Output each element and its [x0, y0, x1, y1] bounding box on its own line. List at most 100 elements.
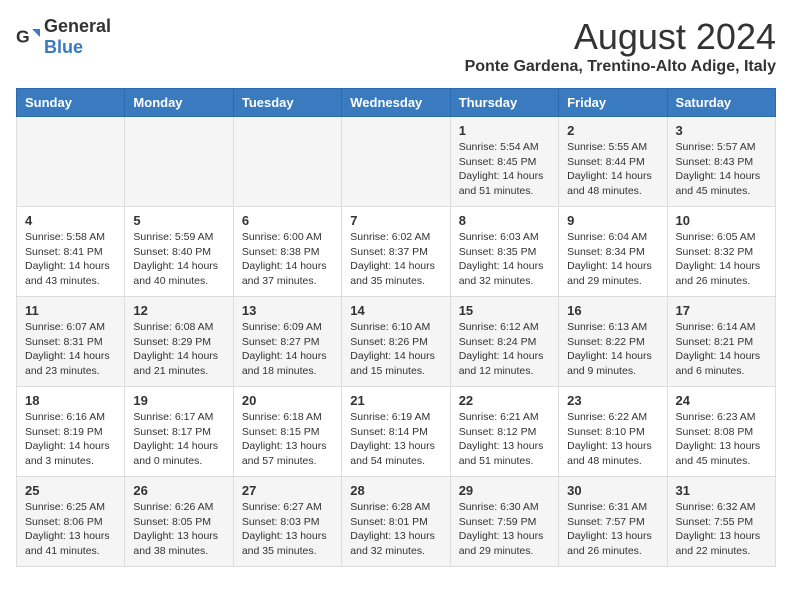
- calendar-cell: [233, 117, 341, 207]
- day-info: Sunrise: 6:10 AM Sunset: 8:26 PM Dayligh…: [350, 320, 441, 379]
- day-number: 23: [567, 393, 658, 408]
- calendar-cell: 16 Sunrise: 6:13 AM Sunset: 8:22 PM Dayli…: [559, 297, 667, 387]
- day-number: 13: [242, 303, 333, 318]
- calendar-cell: 18Sunrise: 6:16 AM Sunset: 8:19 PM Dayli…: [17, 387, 125, 477]
- calendar-cell: 25 Sunrise: 6:25 AM Sunset: 8:06 PM Dayli…: [17, 477, 125, 567]
- day-info: Sunrise: 6:23 AM Sunset: 8:08 PM Dayligh…: [676, 410, 767, 469]
- day-number: 5: [133, 213, 224, 228]
- day-info: Sunrise: 6:31 AM Sunset: 7:57 PM Dayligh…: [567, 500, 658, 559]
- day-info: Sunrise: 6:22 AM Sunset: 8:10 PM Dayligh…: [567, 410, 658, 469]
- calendar-cell: 14 Sunrise: 6:10 AM Sunset: 8:26 PM Dayli…: [342, 297, 450, 387]
- day-number: 27: [242, 483, 333, 498]
- day-info: Sunrise: 5:55 AM Sunset: 8:44 PM Dayligh…: [567, 140, 658, 199]
- calendar-cell: 17Sunrise: 6:14 AM Sunset: 8:21 PM Dayli…: [667, 297, 775, 387]
- day-info: Sunrise: 6:13 AM Sunset: 8:22 PM Dayligh…: [567, 320, 658, 379]
- day-info: Sunrise: 5:54 AM Sunset: 8:45 PM Dayligh…: [459, 140, 550, 199]
- day-number: 2: [567, 123, 658, 138]
- day-info: Sunrise: 6:08 AM Sunset: 8:29 PM Dayligh…: [133, 320, 224, 379]
- day-number: 14: [350, 303, 441, 318]
- calendar-cell: [125, 117, 233, 207]
- day-info: Sunrise: 6:25 AM Sunset: 8:06 PM Dayligh…: [25, 500, 116, 559]
- day-info: Sunrise: 6:21 AM Sunset: 8:12 PM Dayligh…: [459, 410, 550, 469]
- calendar-week-3: 18Sunrise: 6:16 AM Sunset: 8:19 PM Dayli…: [17, 387, 776, 477]
- calendar-cell: 12 Sunrise: 6:08 AM Sunset: 8:29 PM Dayli…: [125, 297, 233, 387]
- logo: G General Blue: [16, 16, 111, 58]
- day-number: 21: [350, 393, 441, 408]
- day-number: 9: [567, 213, 658, 228]
- header-tuesday: Tuesday: [233, 89, 341, 117]
- calendar-cell: 27Sunrise: 6:27 AM Sunset: 8:03 PM Dayli…: [233, 477, 341, 567]
- day-number: 1: [459, 123, 550, 138]
- calendar-cell: 5 Sunrise: 5:59 AM Sunset: 8:40 PM Daylig…: [125, 207, 233, 297]
- day-info: Sunrise: 6:00 AM Sunset: 8:38 PM Dayligh…: [242, 230, 333, 289]
- calendar-cell: 9 Sunrise: 6:04 AM Sunset: 8:34 PM Daylig…: [559, 207, 667, 297]
- calendar-cell: 6 Sunrise: 6:00 AM Sunset: 8:38 PM Daylig…: [233, 207, 341, 297]
- calendar-cell: [342, 117, 450, 207]
- calendar-cell: 22 Sunrise: 6:21 AM Sunset: 8:12 PM Dayli…: [450, 387, 558, 477]
- svg-text:G: G: [16, 27, 30, 47]
- day-number: 6: [242, 213, 333, 228]
- calendar-cell: 31 Sunrise: 6:32 AM Sunset: 7:55 PM Dayli…: [667, 477, 775, 567]
- logo-blue-text: Blue: [44, 37, 83, 57]
- day-info: Sunrise: 6:26 AM Sunset: 8:05 PM Dayligh…: [133, 500, 224, 559]
- day-number: 3: [676, 123, 767, 138]
- calendar-cell: 10 Sunrise: 6:05 AM Sunset: 8:32 PM Dayli…: [667, 207, 775, 297]
- day-number: 11: [25, 303, 116, 318]
- calendar-cell: 15 Sunrise: 6:12 AM Sunset: 8:24 PM Dayli…: [450, 297, 558, 387]
- calendar-cell: 3 Sunrise: 5:57 AM Sunset: 8:43 PM Daylig…: [667, 117, 775, 207]
- day-number: 10: [676, 213, 767, 228]
- calendar-cell: 13 Sunrise: 6:09 AM Sunset: 8:27 PM Dayli…: [233, 297, 341, 387]
- day-number: 22: [459, 393, 550, 408]
- day-info: Sunrise: 5:57 AM Sunset: 8:43 PM Dayligh…: [676, 140, 767, 199]
- day-info: Sunrise: 6:12 AM Sunset: 8:24 PM Dayligh…: [459, 320, 550, 379]
- calendar-cell: 8 Sunrise: 6:03 AM Sunset: 8:35 PM Daylig…: [450, 207, 558, 297]
- calendar-cell: 11 Sunrise: 6:07 AM Sunset: 8:31 PM Dayli…: [17, 297, 125, 387]
- logo-icon: G: [16, 25, 40, 49]
- day-info: Sunrise: 6:28 AM Sunset: 8:01 PM Dayligh…: [350, 500, 441, 559]
- calendar-cell: 19Sunrise: 6:17 AM Sunset: 8:17 PM Dayli…: [125, 387, 233, 477]
- day-info: Sunrise: 6:03 AM Sunset: 8:35 PM Dayligh…: [459, 230, 550, 289]
- day-info: Sunrise: 6:30 AM Sunset: 7:59 PM Dayligh…: [459, 500, 550, 559]
- day-number: 25: [25, 483, 116, 498]
- calendar-week-0: 1 Sunrise: 5:54 AM Sunset: 8:45 PM Daylig…: [17, 117, 776, 207]
- header-monday: Monday: [125, 89, 233, 117]
- day-info: Sunrise: 6:09 AM Sunset: 8:27 PM Dayligh…: [242, 320, 333, 379]
- day-number: 16: [567, 303, 658, 318]
- page-header: G General Blue August 2024 Ponte Gardena…: [16, 16, 776, 76]
- calendar-cell: 26 Sunrise: 6:26 AM Sunset: 8:05 PM Dayli…: [125, 477, 233, 567]
- day-info: Sunrise: 6:32 AM Sunset: 7:55 PM Dayligh…: [676, 500, 767, 559]
- day-info: Sunrise: 6:05 AM Sunset: 8:32 PM Dayligh…: [676, 230, 767, 289]
- calendar-cell: [17, 117, 125, 207]
- day-number: 7: [350, 213, 441, 228]
- day-number: 31: [676, 483, 767, 498]
- day-info: Sunrise: 6:04 AM Sunset: 8:34 PM Dayligh…: [567, 230, 658, 289]
- header-sunday: Sunday: [17, 89, 125, 117]
- header-wednesday: Wednesday: [342, 89, 450, 117]
- day-info: Sunrise: 6:19 AM Sunset: 8:14 PM Dayligh…: [350, 410, 441, 469]
- main-title: August 2024: [465, 16, 776, 58]
- subtitle: Ponte Gardena, Trentino-Alto Adige, Ital…: [465, 58, 776, 76]
- day-number: 20: [242, 393, 333, 408]
- calendar-cell: 4Sunrise: 5:58 AM Sunset: 8:41 PM Daylig…: [17, 207, 125, 297]
- day-number: 15: [459, 303, 550, 318]
- calendar-cell: 21 Sunrise: 6:19 AM Sunset: 8:14 PM Dayli…: [342, 387, 450, 477]
- calendar-cell: 1 Sunrise: 5:54 AM Sunset: 8:45 PM Daylig…: [450, 117, 558, 207]
- header-saturday: Saturday: [667, 89, 775, 117]
- day-number: 17: [676, 303, 767, 318]
- day-number: 24: [676, 393, 767, 408]
- day-number: 19: [133, 393, 224, 408]
- day-number: 29: [459, 483, 550, 498]
- day-number: 26: [133, 483, 224, 498]
- day-number: 12: [133, 303, 224, 318]
- day-info: Sunrise: 5:58 AM Sunset: 8:41 PM Dayligh…: [25, 230, 116, 289]
- calendar-header-row: SundayMondayTuesdayWednesdayThursdayFrid…: [17, 89, 776, 117]
- day-info: Sunrise: 5:59 AM Sunset: 8:40 PM Dayligh…: [133, 230, 224, 289]
- calendar-cell: 7Sunrise: 6:02 AM Sunset: 8:37 PM Daylig…: [342, 207, 450, 297]
- title-section: August 2024 Ponte Gardena, Trentino-Alto…: [465, 16, 776, 76]
- day-number: 8: [459, 213, 550, 228]
- day-number: 18: [25, 393, 116, 408]
- calendar-cell: 24 Sunrise: 6:23 AM Sunset: 8:08 PM Dayli…: [667, 387, 775, 477]
- day-info: Sunrise: 6:07 AM Sunset: 8:31 PM Dayligh…: [25, 320, 116, 379]
- day-info: Sunrise: 6:18 AM Sunset: 8:15 PM Dayligh…: [242, 410, 333, 469]
- calendar-cell: 2 Sunrise: 5:55 AM Sunset: 8:44 PM Daylig…: [559, 117, 667, 207]
